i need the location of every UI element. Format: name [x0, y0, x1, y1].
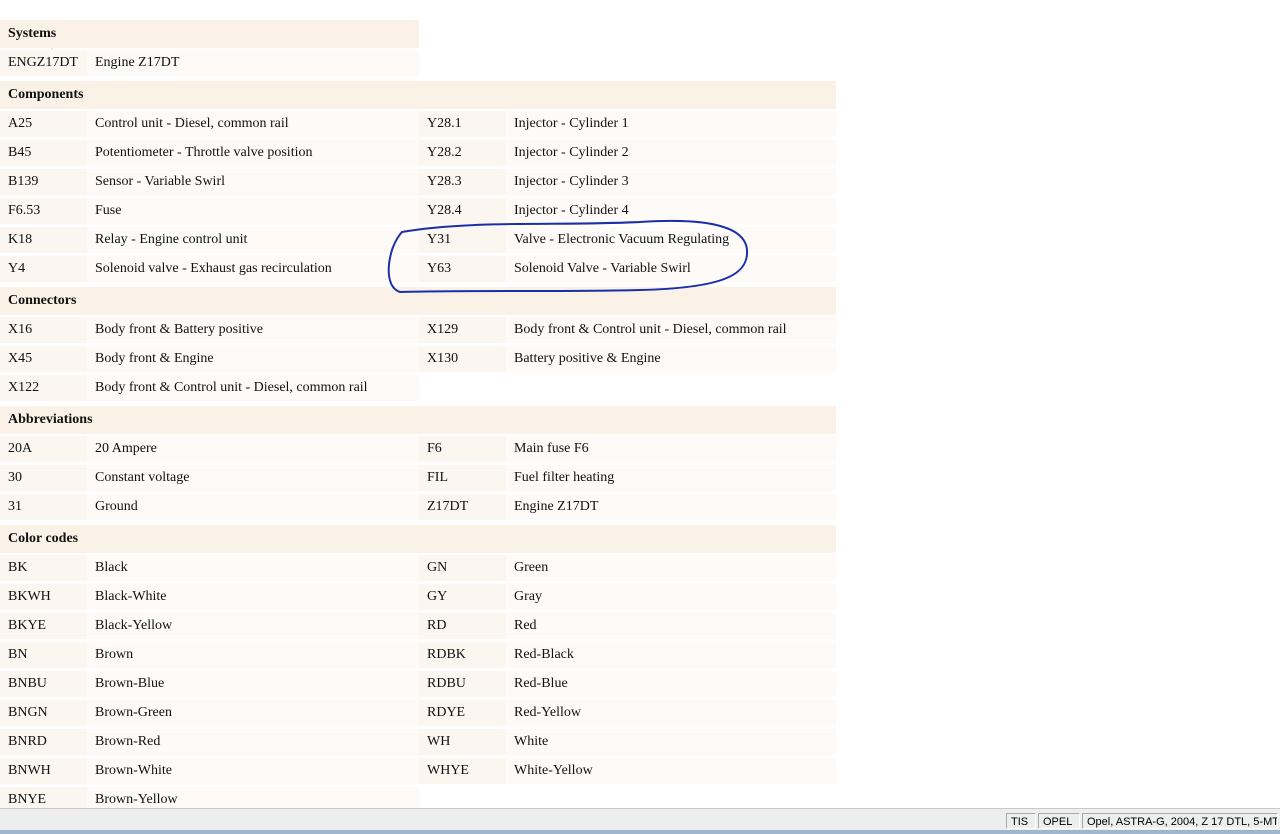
- item-description-cell: Body front & Control unit - Diesel, comm…: [87, 375, 419, 401]
- item-code-cell: F6: [419, 436, 506, 462]
- item-code-cell: GY: [419, 584, 506, 610]
- item-code-cell: Y4: [0, 256, 87, 282]
- item-description-cell: Red-Yellow: [506, 700, 836, 726]
- item-code-cell: BN: [0, 642, 87, 668]
- item-description-cell: Sensor - Variable Swirl: [87, 169, 419, 195]
- item-description-cell: Red-Blue: [506, 671, 836, 697]
- item-code-cell: K18: [0, 227, 87, 253]
- section-header: Color codes: [0, 525, 836, 553]
- section-header: Systems: [0, 20, 419, 48]
- item-description-cell: Control unit - Diesel, common rail: [87, 111, 419, 137]
- item-code-cell: BKYE: [0, 613, 87, 639]
- item-description-cell: Brown-White: [87, 758, 419, 784]
- item-description-cell: Injector - Cylinder 2: [506, 140, 836, 166]
- item-description-cell: Engine Z17DT: [87, 50, 419, 76]
- item-description-cell: White: [506, 729, 836, 755]
- item-description-cell: Injector - Cylinder 4: [506, 198, 836, 224]
- item-description-cell: Body front & Control unit - Diesel, comm…: [506, 317, 836, 343]
- item-description-cell: Fuse: [87, 198, 419, 224]
- item-description-cell: Body front & Battery positive: [87, 317, 419, 343]
- item-description-cell: Constant voltage: [87, 465, 419, 491]
- item-code-cell: A25: [0, 111, 87, 137]
- item-code-cell: 20A: [0, 436, 87, 462]
- item-code-cell: RDBU: [419, 671, 506, 697]
- item-code-cell: B139: [0, 169, 87, 195]
- item-code-cell: BNGN: [0, 700, 87, 726]
- item-code-cell: X129: [419, 317, 506, 343]
- item-code-cell: X122: [0, 375, 87, 401]
- item-code-cell: 31: [0, 494, 87, 520]
- item-code-cell: Y31: [419, 227, 506, 253]
- item-code-cell: Y28.2: [419, 140, 506, 166]
- item-description-cell: 20 Ampere: [87, 436, 419, 462]
- item-code-cell: WH: [419, 729, 506, 755]
- item-description-cell: Body front & Engine: [87, 346, 419, 372]
- item-description-cell: Brown-Green: [87, 700, 419, 726]
- item-code-cell: F6.53: [0, 198, 87, 224]
- item-code-cell: GN: [419, 555, 506, 581]
- item-description-cell: Brown-Blue: [87, 671, 419, 697]
- item-code-cell: 30: [0, 465, 87, 491]
- item-description-cell: Injector - Cylinder 1: [506, 111, 836, 137]
- item-description-cell: Solenoid Valve - Variable Swirl: [506, 256, 836, 282]
- item-code-cell: Y28.4: [419, 198, 506, 224]
- item-description-cell: Battery positive & Engine: [506, 346, 836, 372]
- status-field-app: TIS: [1006, 813, 1036, 829]
- item-description-cell: Brown-Yellow: [87, 787, 419, 808]
- item-description-cell: Red-Black: [506, 642, 836, 668]
- item-description-cell: Valve - Electronic Vacuum Regulating: [506, 227, 836, 253]
- item-code-cell: ENGZ17DT: [0, 50, 87, 76]
- status-field-brand: OPEL: [1038, 813, 1080, 829]
- item-description-cell: Black: [87, 555, 419, 581]
- item-code-cell: X45: [0, 346, 87, 372]
- item-code-cell: BKWH: [0, 584, 87, 610]
- item-description-cell: Engine Z17DT: [506, 494, 836, 520]
- item-code-cell: RD: [419, 613, 506, 639]
- item-description-cell: Brown-Red: [87, 729, 419, 755]
- item-description-cell: Red: [506, 613, 836, 639]
- item-description-cell: Relay - Engine control unit: [87, 227, 419, 253]
- item-description-cell: White-Yellow: [506, 758, 836, 784]
- wiring-legend-page: ClubOpel.com SystemsENGZ17DTEngine Z17DT…: [0, 0, 1280, 808]
- item-code-cell: Y28.3: [419, 169, 506, 195]
- section-header: Connectors: [0, 287, 836, 315]
- item-code-cell: FIL: [419, 465, 506, 491]
- section-header: Components: [0, 81, 836, 109]
- item-description-cell: Main fuse F6: [506, 436, 836, 462]
- item-code-cell: B45: [0, 140, 87, 166]
- item-code-cell: Y28.1: [419, 111, 506, 137]
- item-code-cell: Y63: [419, 256, 506, 282]
- item-code-cell: BNYE: [0, 787, 87, 808]
- item-description-cell: Potentiometer - Throttle valve position: [87, 140, 419, 166]
- item-code-cell: RDBK: [419, 642, 506, 668]
- item-code-cell: RDYE: [419, 700, 506, 726]
- taskbar-strip: [0, 830, 1280, 834]
- item-code-cell: BNRD: [0, 729, 87, 755]
- item-description-cell: Gray: [506, 584, 836, 610]
- item-description-cell: Injector - Cylinder 3: [506, 169, 836, 195]
- item-description-cell: Brown: [87, 642, 419, 668]
- item-code-cell: X130: [419, 346, 506, 372]
- item-description-cell: Solenoid valve - Exhaust gas recirculati…: [87, 256, 419, 282]
- item-code-cell: BNBU: [0, 671, 87, 697]
- status-field-vehicle: Opel, ASTRA-G, 2004, Z 17 DTL, 5-MT: [1082, 813, 1278, 829]
- item-description-cell: Fuel filter heating: [506, 465, 836, 491]
- item-code-cell: Z17DT: [419, 494, 506, 520]
- item-code-cell: BNWH: [0, 758, 87, 784]
- item-description-cell: Black-White: [87, 584, 419, 610]
- item-code-cell: WHYE: [419, 758, 506, 784]
- item-description-cell: Black-Yellow: [87, 613, 419, 639]
- item-description-cell: Green: [506, 555, 836, 581]
- item-code-cell: X16: [0, 317, 87, 343]
- item-code-cell: BK: [0, 555, 87, 581]
- item-description-cell: Ground: [87, 494, 419, 520]
- section-header: Abbreviations: [0, 406, 836, 434]
